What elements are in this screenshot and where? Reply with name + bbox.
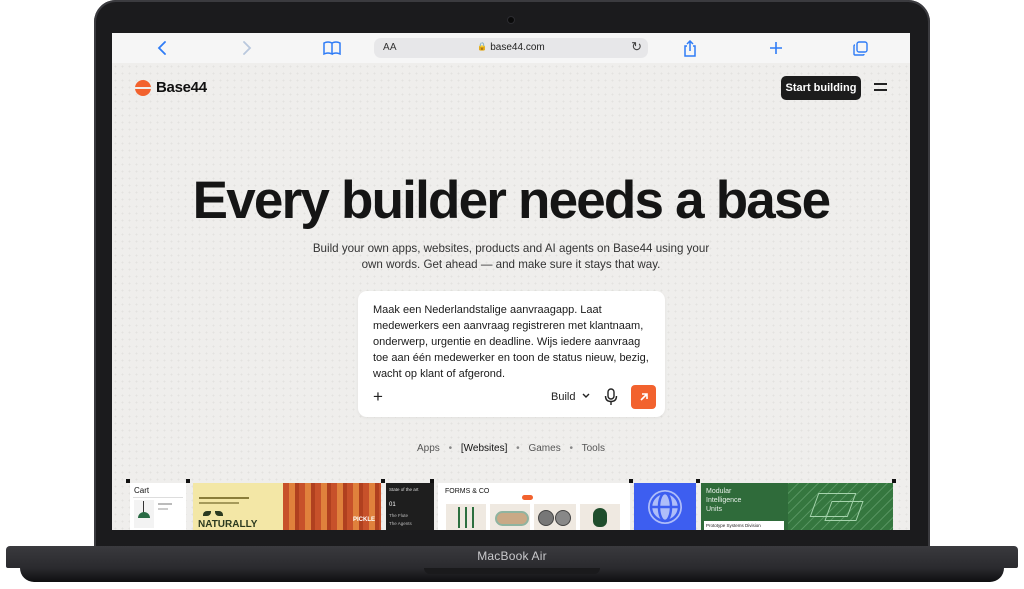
- utensils-image: [446, 504, 486, 530]
- preview-strip: Cart NATURALLY PICKLE State of the art 0…: [112, 477, 910, 530]
- tab-tools[interactable]: Tools: [582, 443, 605, 454]
- reload-icon[interactable]: ↻: [631, 39, 642, 55]
- hero-subtitle-line-2: own words. Get ahead — and make sure it …: [361, 258, 661, 271]
- leaf-icon: [215, 511, 223, 516]
- hero-subtitle: Build your own apps, websites, products …: [112, 241, 910, 273]
- category-tabs: Apps • [Websites] • Games • Tools: [112, 443, 910, 454]
- chevron-right-icon[interactable]: [233, 33, 261, 63]
- selection-handle[interactable]: [381, 479, 385, 483]
- tab-apps[interactable]: Apps: [417, 443, 440, 454]
- lock-icon: 🔒: [477, 42, 488, 51]
- opening-notch: [424, 568, 600, 574]
- preview-modular-title-2: Intelligence: [706, 497, 742, 504]
- pans-image: [534, 504, 576, 530]
- tabs-icon[interactable]: [846, 33, 874, 63]
- preview-modular[interactable]: Modular Intelligence Units Prototype Sys…: [701, 483, 893, 530]
- separator-dot: •: [516, 443, 520, 454]
- web-page: Base44 Start building Every builder need…: [112, 63, 910, 530]
- hero-subtitle-line-1: Build your own apps, websites, products …: [312, 242, 710, 255]
- leaf-icon: [203, 511, 211, 516]
- url-text: base44.com: [490, 42, 545, 53]
- preview-caption-box: Prototype Systems Division: [704, 521, 784, 530]
- hamburger-menu-icon[interactable]: [874, 82, 887, 92]
- preview-state-of-art[interactable]: State of the art 01 The Flute The Agents: [386, 483, 434, 530]
- separator-dot: •: [448, 443, 453, 454]
- preview-globe[interactable]: [634, 483, 696, 530]
- site-logo[interactable]: Base44: [135, 79, 207, 96]
- camera-icon: [508, 17, 514, 23]
- url-display: 🔒 base44.com: [374, 42, 648, 53]
- globe-icon: [648, 490, 682, 524]
- laptop-base: MacBook Air: [0, 546, 1024, 582]
- preview-modular-title-3: Units: [706, 506, 722, 513]
- hero-headline: Every builder needs a base: [192, 171, 831, 230]
- book-icon[interactable]: [318, 33, 346, 63]
- arrow-up-right-icon: [639, 393, 648, 401]
- mode-select[interactable]: Build: [551, 391, 590, 403]
- logo-icon: [135, 79, 151, 96]
- naturally-heading: NATURALLY: [198, 519, 258, 530]
- preview-cart[interactable]: Cart: [130, 483, 186, 530]
- tab-games[interactable]: Games: [528, 443, 560, 454]
- browser-toolbar: AA 🔒 base44.com ↻: [112, 33, 910, 64]
- preview-modular-title-1: Modular: [706, 488, 732, 495]
- schematic-image: [788, 483, 893, 530]
- preview-state-title: State of the art: [389, 487, 419, 492]
- lamp-image: [134, 500, 154, 528]
- share-icon[interactable]: [676, 33, 704, 63]
- preview-text-line: [199, 497, 249, 499]
- preview-divider: [133, 497, 183, 498]
- preview-text-line: [158, 503, 172, 505]
- preview-counter: 01: [389, 502, 396, 508]
- preview-forms-title: FORMS & CO: [445, 488, 490, 495]
- preview-pickle[interactable]: NATURALLY PICKLE: [193, 483, 381, 530]
- chevron-left-icon[interactable]: [148, 33, 176, 63]
- attach-plus-button[interactable]: +: [373, 387, 383, 407]
- laptop-screen: AA 🔒 base44.com ↻ Base44 Start building E…: [112, 33, 910, 530]
- selection-handle[interactable]: [696, 479, 700, 483]
- jar-label: PICKLE: [353, 517, 376, 523]
- vase-image: [580, 504, 620, 530]
- microphone-icon[interactable]: [603, 388, 619, 406]
- tray-image: [490, 504, 530, 530]
- preview-forms[interactable]: FORMS & CO: [438, 483, 630, 530]
- preview-nav-item-1: The Flute: [389, 513, 409, 518]
- address-bar[interactable]: AA 🔒 base44.com ↻: [374, 38, 648, 58]
- preview-text-line: [158, 508, 168, 510]
- prompt-card: Maak een Nederlandstalige aanvraagapp. L…: [358, 291, 665, 417]
- selection-handle[interactable]: [186, 479, 190, 483]
- preview-modular-caption: Prototype Systems Division: [706, 523, 761, 528]
- preview-text-line: [199, 502, 239, 504]
- separator-dot: •: [569, 443, 573, 454]
- tab-websites[interactable]: [Websites]: [461, 443, 508, 454]
- submit-button[interactable]: [631, 385, 656, 409]
- orange-badge: [522, 495, 533, 500]
- preview-cart-title: Cart: [134, 486, 150, 495]
- jars-image: PICKLE: [283, 483, 381, 530]
- brand-name: Base44: [156, 79, 207, 96]
- plus-icon[interactable]: [762, 33, 790, 63]
- mode-label: Build: [551, 391, 576, 403]
- device-label: MacBook Air: [477, 549, 547, 563]
- preview-nav-item-2: The Agents: [389, 521, 412, 526]
- chevron-down-icon: [582, 393, 590, 398]
- prompt-input[interactable]: Maak een Nederlandstalige aanvraagapp. L…: [373, 302, 658, 382]
- start-building-button[interactable]: Start building: [781, 76, 861, 100]
